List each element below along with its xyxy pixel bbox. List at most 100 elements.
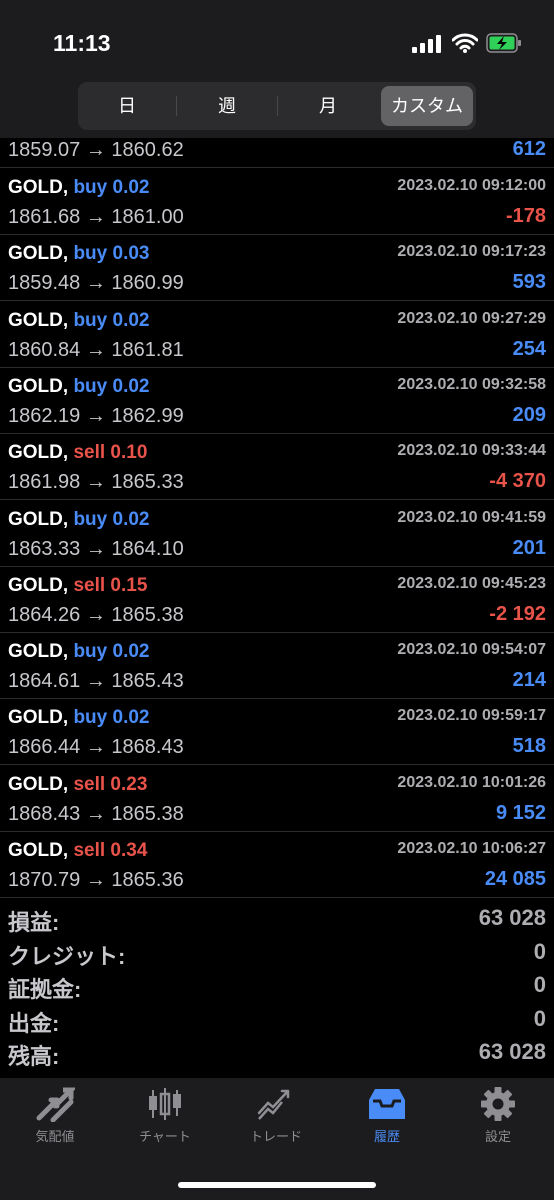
trade-symbol-name: GOLD, (8, 442, 69, 464)
battery-charging-icon (486, 33, 521, 53)
summary-row: 残高: 63 028 (0, 1039, 554, 1072)
trade-row-partial[interactable]: 1859.07 → 1860.62 612 (0, 138, 554, 168)
trade-prices: 1861.68 → 1861.00 (8, 206, 184, 228)
segment-week[interactable]: 週 (177, 82, 277, 130)
trade-side-lots: buy 0.02 (73, 707, 150, 729)
wifi-icon (452, 33, 478, 53)
trade-side-lots: buy 0.02 (73, 508, 150, 530)
trade-profit: 9 152 (495, 801, 546, 824)
tab-quotes[interactable]: 気配値 (0, 1086, 110, 1145)
trade-profit: 254 (512, 337, 546, 360)
trade-symbol-name: GOLD, (8, 840, 69, 861)
trade-row[interactable]: GOLD, buy 0.02 2023.02.10 09:59:17 1866.44… (0, 698, 554, 766)
trade-symbol-name: GOLD, (8, 773, 69, 795)
segment-custom[interactable]: カスタム (381, 86, 473, 126)
trade-prices: 1863.33 → 1864.10 (8, 537, 184, 560)
trade-symbol: GOLD, sell 0.10 (8, 442, 147, 464)
trade-prices: 1870.79 → 1865.36 (8, 869, 184, 891)
trade-datetime: 2023.02.10 09:54:07 (397, 641, 546, 659)
trade-symbol-name: GOLD, (8, 574, 69, 596)
trade-prices: 1859.07 → 1860.62 (8, 139, 184, 161)
trade-prices: 1868.43 → 1865.38 (8, 802, 184, 825)
trade-datetime: 2023.02.10 09:12:00 (397, 177, 546, 194)
tab-label: チャート (139, 1129, 191, 1144)
trade-row[interactable]: GOLD, buy 0.03 2023.02.10 09:17:23 1859.48… (0, 234, 554, 302)
trade-datetime: 2023.02.10 09:45:23 (397, 574, 546, 592)
trade-prices: 1864.26 → 1865.38 (8, 603, 184, 626)
trade-row[interactable]: GOLD, buy 0.02 2023.02.10 09:27:29 1860.84… (0, 301, 554, 368)
trade-row[interactable]: GOLD, sell 0.23 2023.02.10 10:01:26 1868.4… (0, 765, 554, 832)
trade-profit: 593 (512, 271, 546, 294)
trade-profit: -178 (505, 205, 546, 227)
quotes-arrows-icon (36, 1087, 75, 1122)
tab-label: 履歴 (373, 1129, 400, 1144)
trade-datetime: 2023.02.10 09:59:17 (397, 707, 546, 725)
summary-value: 0 (533, 1005, 546, 1031)
trade-side-lots: sell 0.23 (73, 773, 148, 795)
trade-datetime: 2023.02.10 09:41:59 (397, 508, 546, 526)
trade-symbol-name: GOLD, (8, 375, 69, 397)
trade-datetime: 2023.02.10 09:17:23 (397, 243, 546, 261)
trade-profit: 518 (512, 735, 546, 758)
status-time: 11:13 (53, 30, 111, 56)
trade-prices: 1860.84 → 1861.81 (8, 338, 184, 361)
trade-profit: 24 085 (484, 868, 546, 890)
trade-row[interactable]: GOLD, sell 0.34 2023.02.10 10:06:27 1870.7… (0, 831, 554, 898)
trade-row[interactable]: GOLD, buy 0.02 2023.02.10 09:54:07 1864.61… (0, 632, 554, 700)
trade-profit: 612 (512, 138, 546, 160)
status-bar: 11:13 (0, 0, 554, 80)
trade-line-icon (257, 1089, 290, 1120)
trade-symbol: GOLD, buy 0.02 (8, 641, 150, 663)
summary-row: 出金: 0 (0, 1006, 554, 1039)
trade-prices: 1862.19 → 1862.99 (8, 404, 184, 427)
tab-settings[interactable]: 設定 (443, 1086, 553, 1145)
summary-label: クレジット: (8, 943, 126, 969)
home-indicator (178, 1182, 376, 1188)
trade-symbol: GOLD, sell 0.23 (8, 774, 147, 796)
trade-datetime: 2023.02.10 09:33:44 (397, 442, 546, 460)
summary-label: 残高: (8, 1044, 60, 1069)
tab-label: 設定 (484, 1129, 511, 1144)
trade-profit: 209 (512, 403, 546, 426)
trade-side-lots: sell 0.34 (73, 840, 148, 861)
trade-side-lots: buy 0.02 (73, 375, 150, 397)
trade-symbol-name: GOLD, (8, 707, 69, 729)
summary-value: 0 (533, 938, 546, 964)
segment-month[interactable]: 月 (278, 82, 378, 130)
trade-profit: -2 192 (489, 602, 546, 625)
trade-symbol-name: GOLD, (8, 177, 69, 198)
trade-side-lots: sell 0.15 (73, 574, 148, 596)
trade-row[interactable]: GOLD, buy 0.02 2023.02.10 09:41:59 1863.33… (0, 500, 554, 567)
trade-prices: 1859.48 → 1860.99 (8, 272, 184, 295)
trade-row[interactable]: GOLD, sell 0.10 2023.02.10 09:33:44 1861.9… (0, 433, 554, 501)
trade-side-lots: buy 0.02 (73, 309, 150, 331)
summary-row: 損益: 63 028 (0, 905, 554, 938)
trade-symbol: GOLD, buy 0.02 (8, 177, 150, 199)
trade-side-lots: buy 0.02 (73, 177, 150, 198)
trade-row[interactable]: GOLD, sell 0.15 2023.02.10 09:45:23 1864.2… (0, 566, 554, 633)
trade-symbol: GOLD, buy 0.02 (8, 310, 150, 332)
trade-symbol: GOLD, buy 0.02 (8, 707, 150, 729)
period-filter-bar: 日 週 月 カスタム (0, 80, 554, 138)
trade-profit: 214 (512, 669, 546, 692)
trade-side-lots: buy 0.03 (73, 243, 150, 265)
trade-prices: 1866.44 → 1868.43 (8, 736, 184, 759)
trade-symbol: GOLD, buy 0.02 (8, 509, 150, 531)
trade-side-lots: sell 0.10 (73, 442, 148, 464)
period-segmented-control: 日 週 月 カスタム (78, 82, 476, 130)
tab-trade[interactable]: トレード (221, 1086, 331, 1145)
trade-symbol: GOLD, sell 0.15 (8, 575, 147, 597)
trade-row[interactable]: GOLD, buy 0.02 2023.02.10 09:32:58 1862.19… (0, 367, 554, 434)
segment-day[interactable]: 日 (78, 82, 176, 130)
tab-history[interactable]: 履歴 (332, 1086, 442, 1145)
trade-symbol: GOLD, buy 0.02 (8, 376, 150, 398)
summary-label: 出金: (8, 1010, 60, 1036)
summary-row: 証拠金: 0 (0, 972, 554, 1005)
trade-row[interactable]: GOLD, buy 0.02 2023.02.10 09:12:00 1861.68… (0, 168, 554, 235)
summary-value: 0 (533, 972, 546, 997)
trade-prices: 1861.98 → 1865.33 (8, 471, 184, 494)
tab-chart[interactable]: チャート (110, 1086, 220, 1145)
trade-history-list[interactable]: 1859.07 → 1860.62 612 GOLD, buy 0.02 2023… (0, 138, 554, 900)
trade-symbol-name: GOLD, (8, 641, 69, 663)
trade-datetime: 2023.02.10 09:27:29 (397, 309, 546, 327)
